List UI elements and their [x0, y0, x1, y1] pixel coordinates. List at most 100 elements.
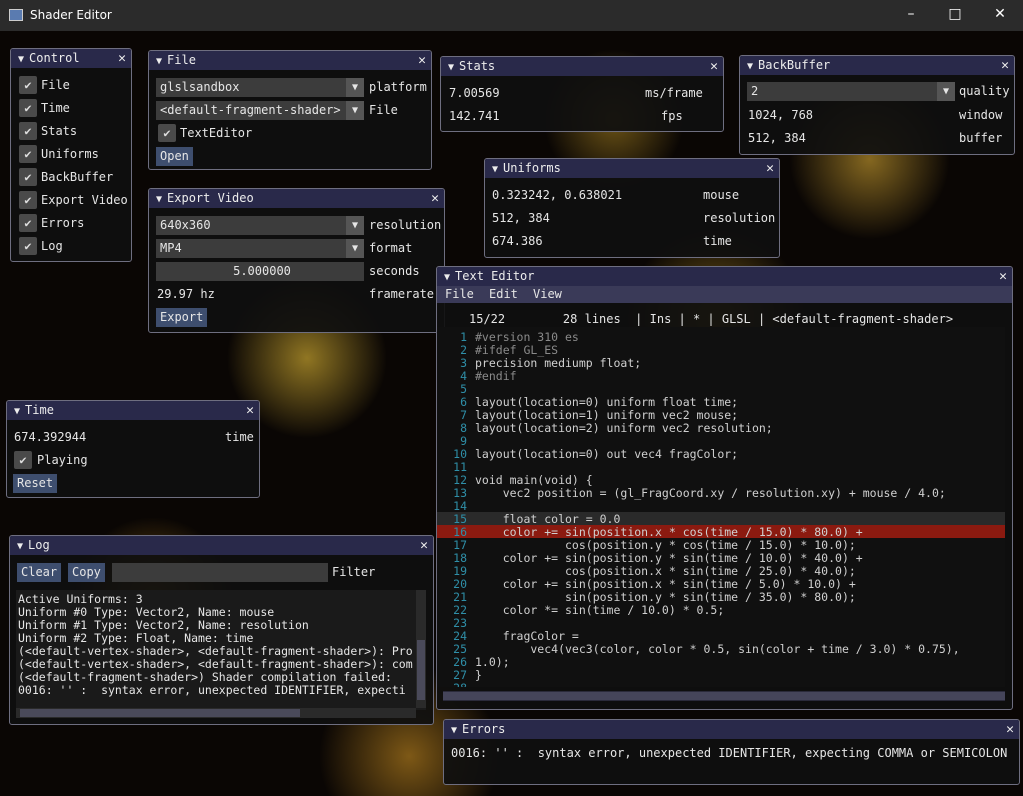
close-icon[interactable]: ✕ — [118, 49, 126, 68]
collapse-icon[interactable]: ▼ — [18, 54, 24, 65]
close-icon[interactable]: ✕ — [431, 189, 439, 208]
minimize-icon[interactable]: – — [896, 6, 926, 26]
control-checkbox[interactable]: ✔ — [19, 214, 37, 232]
quality-combo[interactable]: 2 ▼ — [747, 82, 955, 101]
control-item-label: Export Video — [41, 193, 128, 207]
code-area[interactable]: 1 #version 310 es 2 #ifdef GL_ES 3 precision … — [437, 327, 1005, 687]
export-button[interactable]: Export — [156, 308, 208, 327]
code-line: layout(location=0) out vec4 fragColor; — [475, 447, 739, 461]
chevron-down-icon[interactable]: ▼ — [346, 78, 364, 97]
backbuffer-window: ▼ BackBuffer ✕ 2 ▼ quality 1024, 768 window… — [739, 55, 1015, 155]
control-item-label: Uniforms — [41, 147, 99, 161]
file-label: File — [369, 103, 398, 117]
resolution-combo[interactable]: 640x360 ▼ — [156, 216, 364, 235]
chevron-down-icon[interactable]: ▼ — [937, 82, 955, 101]
maximize-icon[interactable]: □ — [940, 6, 970, 26]
scrollbar-thumb[interactable] — [443, 692, 1005, 700]
collapse-icon[interactable]: ▼ — [492, 164, 498, 175]
stats-value: 142.741 — [449, 109, 500, 123]
close-icon[interactable]: ✕ — [246, 401, 254, 420]
control-item-label: Time — [41, 101, 70, 115]
scrollbar-thumb[interactable] — [417, 640, 425, 700]
control-checkbox[interactable]: ✔ — [19, 168, 37, 186]
menu-view[interactable]: View — [533, 286, 562, 303]
time-label: time — [225, 430, 254, 444]
editor-hscrollbar[interactable] — [443, 691, 1005, 701]
control-titlebar[interactable]: ▼ Control ✕ — [11, 49, 131, 68]
texteditor-checkbox[interactable]: ✔ — [158, 124, 176, 142]
texteditor-title: Text Editor — [455, 269, 535, 283]
quality-label: quality — [959, 84, 1010, 98]
menu-edit[interactable]: Edit — [489, 286, 518, 303]
control-item-label: Log — [41, 239, 63, 253]
reset-button[interactable]: Reset — [13, 474, 58, 493]
file-combo[interactable]: <default-fragment-shader> ▼ — [156, 101, 364, 120]
control-checkbox[interactable]: ✔ — [19, 145, 37, 163]
backbuffer-titlebar[interactable]: ▼ BackBuffer ✕ — [740, 56, 1014, 75]
collapse-icon[interactable]: ▼ — [444, 272, 450, 283]
close-icon[interactable]: ✕ — [1001, 56, 1009, 75]
log-titlebar[interactable]: ▼ Log ✕ — [10, 536, 433, 555]
uniforms-titlebar[interactable]: ▼ Uniforms ✕ — [485, 159, 779, 178]
collapse-icon[interactable]: ▼ — [14, 406, 20, 417]
clear-button[interactable]: Clear — [17, 563, 62, 582]
chevron-down-icon[interactable]: ▼ — [346, 216, 364, 235]
uniform-label: mouse — [703, 188, 740, 202]
filter-input[interactable] — [112, 563, 328, 582]
control-checkbox[interactable]: ✔ — [19, 76, 37, 94]
collapse-icon[interactable]: ▼ — [156, 194, 162, 205]
close-icon[interactable]: ✕ — [418, 51, 426, 70]
control-checkbox[interactable]: ✔ — [19, 99, 37, 117]
framerate-label: framerate — [369, 287, 435, 301]
time-titlebar[interactable]: ▼ Time ✕ — [7, 401, 259, 420]
open-button[interactable]: Open — [156, 147, 193, 166]
collapse-icon[interactable]: ▼ — [451, 725, 457, 736]
close-icon[interactable]: ✕ — [766, 159, 774, 178]
collapse-icon[interactable]: ▼ — [156, 56, 162, 67]
errors-text: 0016: '' : syntax error, unexpected IDEN… — [451, 746, 1008, 760]
format-combo[interactable]: MP4 ▼ — [156, 239, 364, 258]
uniform-value: 674.386 — [492, 234, 543, 248]
line-number: 28 — [443, 682, 467, 688]
backbuffer-title: BackBuffer — [758, 58, 831, 72]
seconds-input[interactable]: 5.000000 — [156, 262, 364, 281]
chevron-down-icon[interactable]: ▼ — [346, 101, 364, 120]
control-checkbox[interactable]: ✔ — [19, 237, 37, 255]
editor-menubar: File Edit View — [437, 286, 1012, 303]
log-hscrollbar[interactable] — [16, 708, 416, 718]
file-value: <default-fragment-shader> — [160, 103, 341, 117]
window-size-label: window — [959, 108, 1003, 122]
control-item-label: Stats — [41, 124, 78, 138]
errors-titlebar[interactable]: ▼ Errors ✕ — [444, 720, 1019, 739]
playing-checkbox[interactable]: ✔ — [14, 451, 32, 469]
scrollbar-thumb[interactable] — [20, 709, 300, 717]
time-title: Time — [25, 403, 54, 417]
platform-combo[interactable]: glslsandbox ▼ — [156, 78, 364, 97]
uniforms-title: Uniforms — [503, 161, 561, 175]
log-output[interactable]: Active Uniforms: 3 Uniform #0 Type: Vecto… — [16, 590, 426, 710]
file-titlebar[interactable]: ▼ File ✕ — [149, 51, 431, 70]
control-checkbox[interactable]: ✔ — [19, 122, 37, 140]
chevron-down-icon[interactable]: ▼ — [346, 239, 364, 258]
stats-titlebar[interactable]: ▼ Stats ✕ — [441, 57, 723, 76]
control-item-label: Errors — [41, 216, 85, 230]
collapse-icon[interactable]: ▼ — [747, 61, 753, 72]
collapse-icon[interactable]: ▼ — [17, 541, 23, 552]
code-line: vec4(vec3(color, color * 0.5, sin(color … — [475, 642, 960, 656]
control-item-label: File — [41, 78, 70, 92]
collapse-icon[interactable]: ▼ — [448, 62, 454, 73]
close-icon[interactable]: ✕ — [1006, 720, 1014, 739]
control-title: Control — [29, 51, 80, 65]
control-checkbox[interactable]: ✔ — [19, 191, 37, 209]
close-icon[interactable]: ✕ — [710, 57, 718, 76]
export-titlebar[interactable]: ▼ Export Video ✕ — [149, 189, 444, 208]
menu-file[interactable]: File — [445, 286, 474, 303]
close-icon[interactable]: ✕ — [999, 267, 1007, 286]
copy-button[interactable]: Copy — [68, 563, 105, 582]
seconds-value: 5.000000 — [233, 264, 291, 278]
close-icon[interactable]: ✕ — [985, 6, 1015, 26]
editor-status: 15/22 28 lines | Ins | * | GLSL | <defau… — [469, 312, 954, 326]
texteditor-titlebar[interactable]: ▼ Text Editor ✕ — [437, 267, 1012, 286]
close-icon[interactable]: ✕ — [420, 536, 428, 555]
log-vscrollbar[interactable] — [416, 590, 426, 708]
